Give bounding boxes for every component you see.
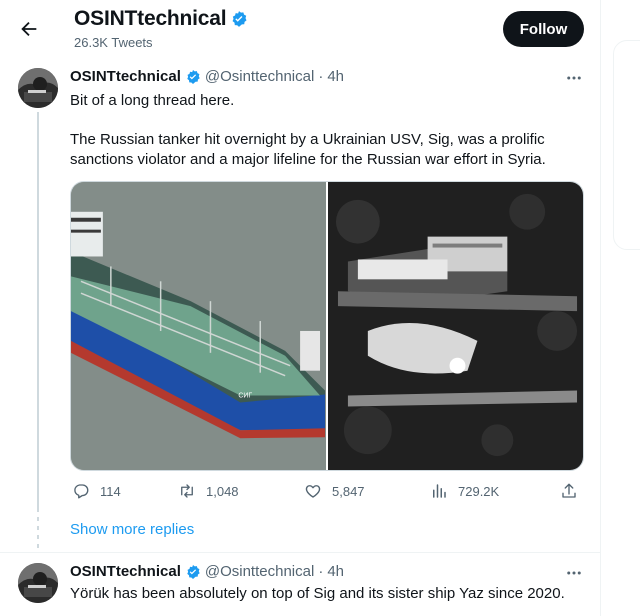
tanker-photo[interactable]: СИГ: [71, 182, 326, 470]
follow-button[interactable]: Follow: [503, 11, 584, 47]
tweet-author-handle[interactable]: @Osinttechnical: [205, 563, 314, 580]
tweet-timestamp[interactable]: 4h: [327, 68, 344, 85]
tweet-text-line: Bit of a long thread here.: [70, 92, 235, 109]
retweet-count: 1,048: [206, 483, 239, 499]
tweet-text-line: sanctions violator and a major lifeline …: [70, 151, 546, 168]
tweet-author-name[interactable]: OSINTtechnical: [70, 68, 181, 85]
sidebar-card-edge: [613, 40, 640, 250]
tweet-actions: 114 1,048 5,847 729.2K: [70, 482, 584, 504]
thread-line: [37, 112, 39, 512]
more-icon: [567, 571, 581, 575]
tweet-text-line: Yörük has been absolutely on top of Sig …: [70, 585, 565, 602]
views-icon: [433, 484, 446, 498]
show-more-replies-link[interactable]: Show more replies: [70, 521, 194, 538]
back-button[interactable]: [12, 12, 46, 46]
profile-header: OSINTtechnical 26.3K Tweets Follow: [0, 0, 600, 58]
more-icon: [567, 76, 581, 80]
share-button[interactable]: [560, 482, 578, 500]
thread-gap-dots: [37, 517, 39, 553]
tweet-more-button[interactable]: [562, 69, 586, 87]
avatar-image: [18, 563, 58, 603]
like-button[interactable]: 5,847: [304, 482, 365, 500]
night-thermal-footage[interactable]: [328, 182, 583, 470]
tweet-count: 26.3K Tweets: [74, 35, 153, 50]
verified-badge-icon: [187, 69, 200, 84]
verified-badge-icon: [187, 564, 200, 579]
avatar-image: [18, 68, 58, 108]
back-arrow-icon: [21, 21, 37, 37]
tweet-media: СИГ: [70, 181, 584, 471]
views-count: 729.2K: [458, 483, 500, 499]
avatar[interactable]: [18, 563, 58, 603]
reply-button[interactable]: 114: [72, 482, 121, 500]
thermal-illustration: [328, 182, 583, 470]
retweet-icon: [181, 484, 193, 498]
tweet-author-name[interactable]: OSINTtechnical: [70, 563, 181, 580]
avatar[interactable]: [18, 68, 58, 108]
tweet-more-button[interactable]: [562, 564, 586, 582]
separator-dot: ·: [318, 68, 324, 85]
tanker-illustration: СИГ: [71, 182, 326, 470]
verified-badge-icon: [232, 11, 247, 27]
tweet-timestamp[interactable]: 4h: [327, 563, 344, 580]
header-name: OSINTtechnical: [74, 7, 227, 30]
right-sidebar-edge: [600, 0, 640, 616]
retweet-button[interactable]: 1,048: [178, 482, 239, 500]
header-title: OSINTtechnical: [74, 7, 248, 31]
reply-count: 114: [100, 483, 121, 499]
reply-icon: [74, 484, 89, 499]
views-button[interactable]: 729.2K: [430, 482, 499, 500]
hull-lettering: СИГ: [238, 393, 252, 400]
tweet-header: OSINTtechnical @Osinttechnical · 4h: [70, 68, 344, 85]
like-count: 5,847: [332, 483, 365, 499]
tweet-header: OSINTtechnical @Osinttechnical · 4h: [70, 563, 344, 580]
tweet-text-line: The Russian tanker hit overnight by a Uk…: [70, 131, 545, 148]
tweet-author-handle[interactable]: @Osinttechnical: [205, 68, 314, 85]
share-icon: [562, 483, 576, 498]
separator-dot: ·: [318, 563, 324, 580]
like-icon: [305, 485, 321, 498]
divider: [0, 552, 600, 553]
